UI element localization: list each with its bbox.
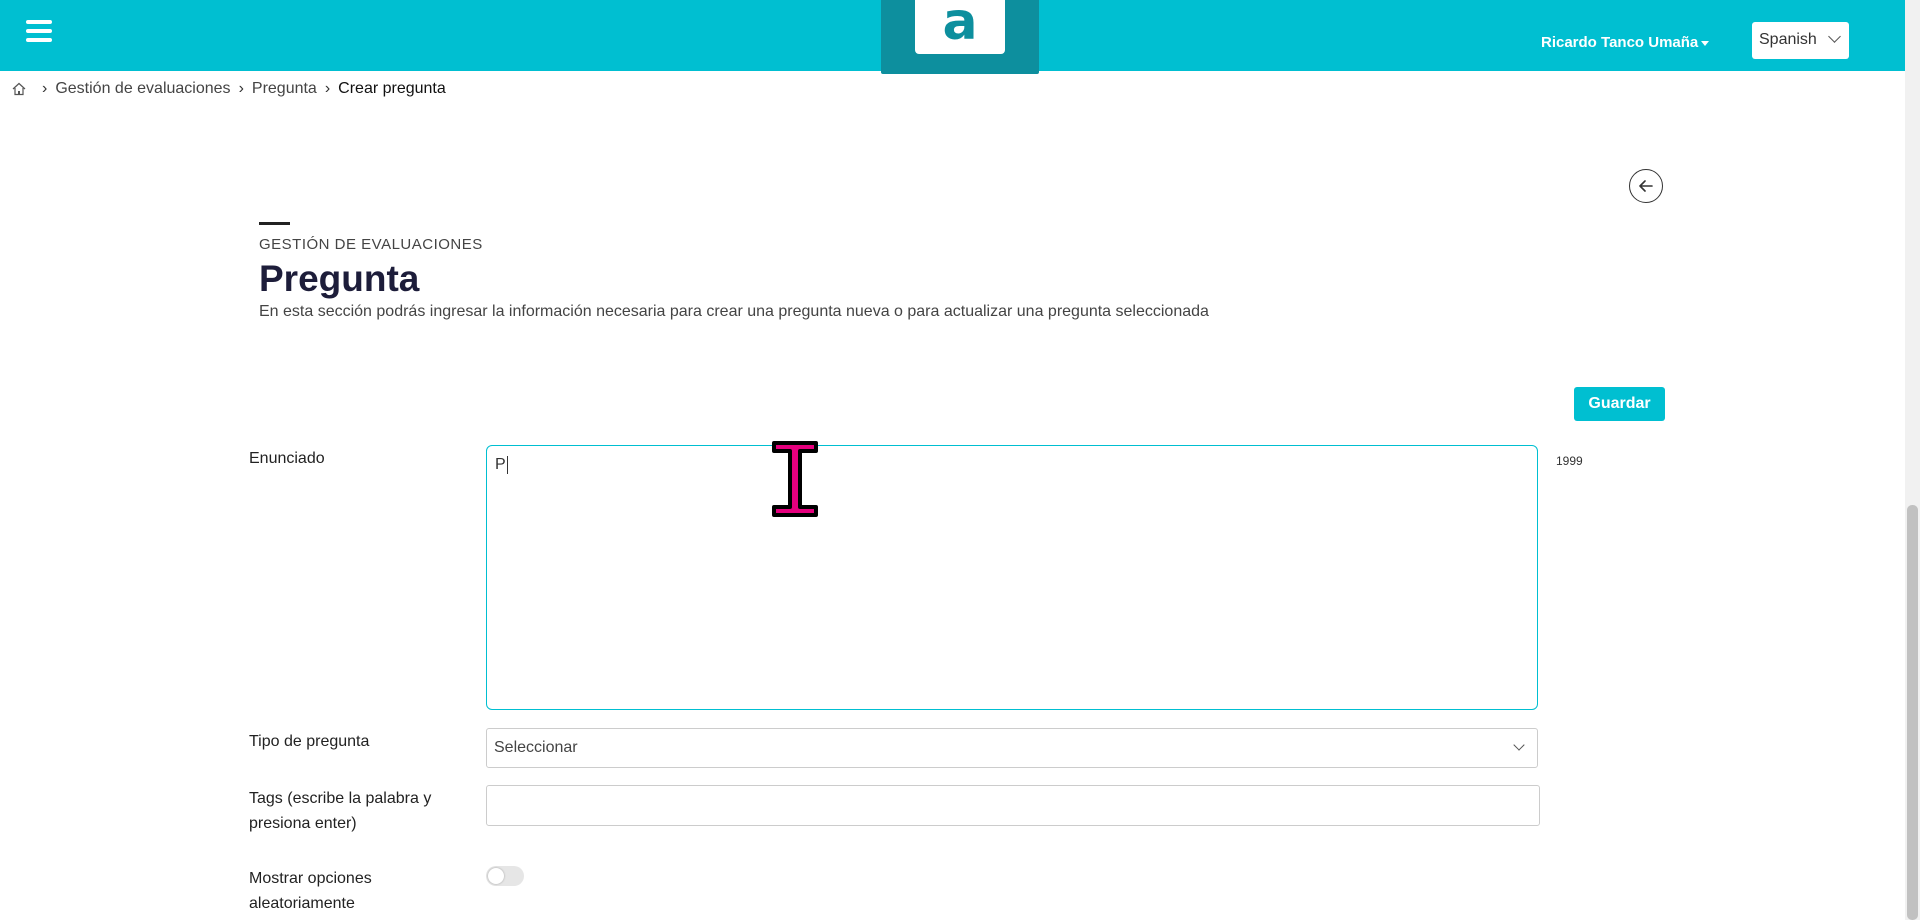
breadcrumb-separator-icon: › [42,80,48,97]
toggle-knob [488,868,504,884]
user-name: Ricardo Tanco Umaña [1541,34,1699,51]
breadcrumb-item-current: Crear pregunta [338,80,446,97]
breadcrumb-separator-icon: › [324,80,331,97]
language-select[interactable]: Spanish [1752,22,1849,59]
page-title: Pregunta [259,258,420,299]
random-options-toggle[interactable] [486,866,524,886]
chevron-down-icon [1828,30,1841,43]
caret-down-icon [1701,40,1710,46]
chevron-down-icon [1513,739,1525,751]
language-value: Spanish [1759,31,1817,48]
home-icon[interactable] [12,82,26,96]
tags-input[interactable] [486,785,1540,826]
tipo-pregunta-select[interactable]: Seleccionar [486,728,1538,768]
logo-tile: a [915,0,1005,54]
tipo-pregunta-value: Seleccionar [494,739,578,756]
tags-label-line1: Tags (escribe la palabra y [249,790,432,807]
tags-label: Tags (escribe la palabra y presiona ente… [249,786,431,836]
breadcrumb-item-gestion[interactable]: Gestión de evaluaciones [55,80,230,98]
save-button[interactable]: Guardar [1574,387,1665,421]
text-caret [506,456,508,474]
brand-logo[interactable]: a [881,0,1039,74]
page-description: En esta sección podrás ingresar la infor… [259,303,1209,320]
enunciado-textarea[interactable]: P [486,445,1538,710]
back-button[interactable] [1629,169,1663,203]
logo-letter: a [942,0,978,52]
breadcrumb-separator-icon: › [238,80,244,97]
char-counter: 1999 [1556,454,1583,468]
breadcrumb: › Gestión de evaluaciones › Pregunta › C… [12,80,446,98]
enunciado-value: P [495,456,506,474]
section-eyebrow: GESTIÓN DE EVALUACIONES [259,236,483,253]
tags-label-line2: presiona enter) [249,815,357,832]
random-options-label: Mostrar opciones aleatoriamente [249,866,372,916]
random-label-line2: aleatoriamente [249,895,355,912]
top-navigation-bar: a Ricardo Tanco Umaña Spanish [0,0,1905,74]
page-scrollbar-thumb[interactable] [1907,505,1918,920]
heading-accent-bar [259,222,290,225]
enunciado-label: Enunciado [249,450,325,467]
breadcrumb-item-pregunta[interactable]: Pregunta [252,80,317,98]
user-menu[interactable]: Ricardo Tanco Umaña [1541,34,1710,51]
tipo-pregunta-label: Tipo de pregunta [249,733,370,750]
hamburger-menu-icon[interactable] [26,20,52,44]
random-label-line1: Mostrar opciones [249,870,372,887]
arrow-left-icon [1639,180,1653,192]
